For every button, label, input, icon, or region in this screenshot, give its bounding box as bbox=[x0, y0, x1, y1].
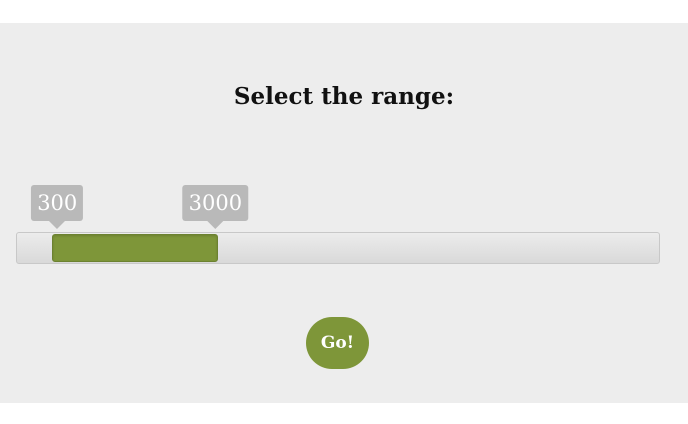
low-value-tooltip: 300 bbox=[31, 185, 84, 229]
selected-range-fill bbox=[52, 234, 219, 262]
range-slider[interactable] bbox=[16, 232, 660, 264]
page-title: Select the range: bbox=[233, 83, 455, 110]
range-panel: Select the range: 300 3000 Go! bbox=[0, 23, 688, 403]
high-value-tooltip: 3000 bbox=[182, 185, 249, 229]
go-button[interactable]: Go! bbox=[306, 317, 369, 369]
low-handle[interactable] bbox=[53, 229, 54, 265]
high-handle[interactable] bbox=[217, 229, 218, 265]
